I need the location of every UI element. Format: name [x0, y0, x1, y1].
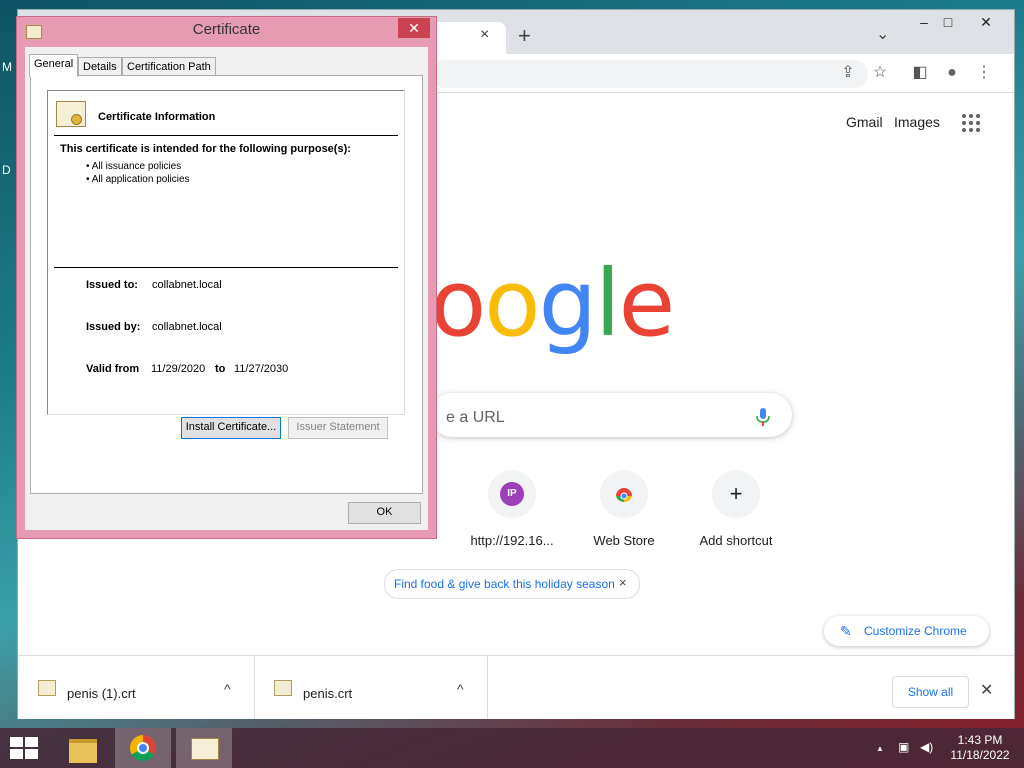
customize-chrome-label: Customize Chrome — [864, 624, 967, 638]
chrome-taskbar-button[interactable] — [115, 728, 171, 768]
shortcut-label: Add shortcut — [699, 533, 773, 548]
certificate-dialog: Certificate ✕ General Details Certificat… — [16, 16, 437, 539]
shortcut-label: http://192.16... — [470, 533, 554, 548]
gmail-link[interactable]: Gmail — [846, 114, 883, 130]
issued-by-value: collabnet.local — [152, 321, 222, 333]
dialog-body: General Details Certification Path Certi… — [25, 47, 428, 530]
tab-details[interactable]: Details — [78, 57, 122, 76]
tab-close-icon[interactable]: × — [480, 26, 489, 44]
search-placeholder: e a URL — [446, 409, 505, 426]
taskbar: ▲ ▣ ◀) 1:43 PM 11/18/2022 — [0, 728, 1024, 768]
purpose-heading: This certificate is intended for the fol… — [60, 143, 351, 155]
close-window-button[interactable]: ✕ — [970, 10, 1002, 36]
issued-by-label: Issued by: — [86, 321, 141, 333]
purpose-item: • All issuance policies — [86, 161, 182, 172]
pencil-icon: ✎ — [840, 623, 852, 639]
clock-date: 11/18/2022 — [950, 748, 1010, 762]
valid-to-label: to — [215, 363, 226, 375]
valid-from-label: Valid from — [86, 363, 140, 375]
divider — [54, 267, 398, 268]
download-menu-caret-icon[interactable]: ^ — [457, 681, 464, 697]
downloads-bar: penis (1).crt ^ penis.crt ^ Show all ✕ — [18, 655, 1014, 719]
certificate-info-box: Certificate Information This certificate… — [47, 90, 405, 415]
issued-to-label: Issued to: — [86, 279, 138, 291]
apps-grid-icon[interactable] — [962, 114, 980, 132]
promo-chip[interactable]: Find food & give back this holiday seaso… — [384, 569, 640, 599]
volume-icon[interactable]: ◀) — [920, 740, 933, 754]
browser-tab[interactable] — [430, 22, 506, 54]
download-item[interactable]: penis.crt ^ — [254, 656, 488, 719]
download-item[interactable]: penis (1).crt ^ — [18, 656, 255, 719]
certificate-taskbar-button[interactable] — [176, 728, 232, 768]
promo-close-icon[interactable]: × — [619, 575, 627, 590]
share-icon[interactable]: ⇪ — [838, 63, 858, 83]
certificate-file-icon — [274, 680, 292, 696]
images-link[interactable]: Images — [894, 114, 940, 130]
menu-kebab-icon[interactable]: ⋮ — [974, 63, 994, 83]
file-explorer-button[interactable] — [54, 728, 110, 768]
shortcut-tile-web-store[interactable]: Web Store — [568, 470, 680, 548]
google-logo: oogle — [430, 250, 675, 357]
shortcut-tile-ip[interactable]: IP http://192.16... — [456, 470, 568, 548]
logo-text: oogle — [430, 250, 675, 357]
tab-search-icon[interactable]: ⌄ — [876, 24, 889, 44]
valid-to-value: 11/27/2030 — [234, 363, 289, 375]
maximize-button[interactable]: □ — [932, 10, 964, 36]
dialog-title: Certificate — [192, 21, 261, 38]
purpose-item: • All application policies — [86, 174, 190, 185]
tab-general[interactable]: General — [29, 54, 79, 77]
tab-certification-path[interactable]: Certification Path — [122, 57, 216, 76]
show-hidden-icons-caret[interactable]: ▲ — [876, 744, 884, 753]
show-all-downloads-button[interactable]: Show all — [892, 676, 969, 708]
install-certificate-button[interactable]: Install Certificate... — [181, 417, 281, 439]
chrome-icon — [130, 735, 156, 761]
clock-time: 1:43 PM — [957, 733, 1003, 747]
new-tab-button[interactable]: + — [518, 23, 531, 49]
dialog-close-button[interactable]: ✕ — [398, 18, 430, 38]
certificate-file-icon — [38, 680, 56, 696]
download-menu-caret-icon[interactable]: ^ — [224, 681, 231, 697]
windows-start-icon[interactable] — [10, 737, 38, 759]
side-panel-icon[interactable]: ◧ — [910, 63, 930, 83]
ok-button[interactable]: OK — [348, 502, 421, 524]
download-filename: penis (1).crt — [67, 686, 136, 701]
web-store-icon — [616, 488, 632, 502]
add-shortcut-tile[interactable]: + Add shortcut — [680, 470, 792, 548]
ip-badge-icon: IP — [500, 482, 524, 506]
desktop-icon-label[interactable]: D — [2, 163, 11, 177]
issued-to-value: collabnet.local — [152, 279, 222, 291]
address-bar[interactable] — [430, 60, 868, 88]
promo-chip-label: Find food & give back this holiday seaso… — [394, 577, 615, 591]
network-icon[interactable]: ▣ — [898, 740, 909, 754]
certificate-info-title: Certificate Information — [98, 111, 216, 123]
desktop-icon-label[interactable]: M — [2, 60, 12, 74]
folder-icon — [69, 739, 97, 763]
general-tab-panel: Certificate Information This certificate… — [30, 75, 423, 494]
issuer-statement-button[interactable]: Issuer Statement — [288, 417, 388, 439]
download-filename: penis.crt — [303, 686, 353, 701]
profile-avatar-icon[interactable]: ● — [942, 63, 962, 83]
close-downloads-bar-icon[interactable]: ✕ — [980, 680, 993, 700]
plus-icon: + — [729, 481, 743, 506]
certificate-icon — [191, 738, 219, 760]
certificate-ribbon-icon — [56, 101, 86, 127]
bookmark-star-icon[interactable]: ☆ — [870, 63, 890, 83]
microphone-icon[interactable] — [756, 407, 770, 427]
divider — [54, 135, 398, 136]
shortcut-label: Web Store — [593, 533, 655, 548]
taskbar-clock[interactable]: 1:43 PM 11/18/2022 — [940, 733, 1020, 763]
customize-chrome-button[interactable]: ✎ Customize Chrome — [824, 616, 989, 646]
valid-from-value: 11/29/2020 — [151, 363, 206, 375]
